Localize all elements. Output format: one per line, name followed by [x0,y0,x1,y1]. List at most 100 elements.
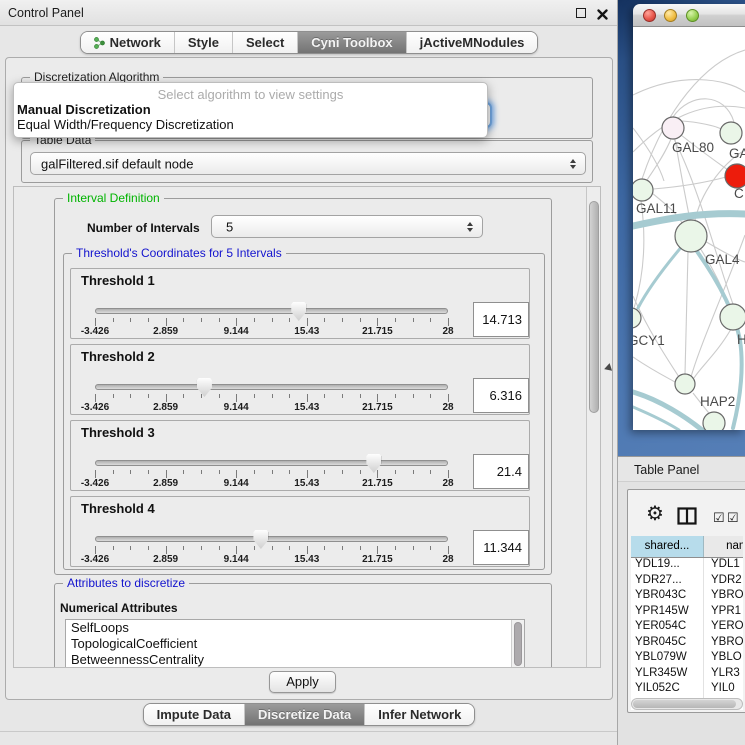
algorithm-option-manual-discretization[interactable]: Manual Discretization [14,102,487,117]
slider-track[interactable] [95,536,448,542]
tab-label: Impute Data [157,707,231,722]
network-node-ga[interactable] [720,122,742,144]
scrollbar-thumb[interactable] [514,622,522,666]
vertical-scrollbar[interactable] [586,187,600,667]
tick-mark [430,318,431,322]
table-header: shared... name [631,536,743,558]
threshold-value-box[interactable]: 11.344 [473,530,529,565]
tick-mark [95,318,96,326]
stepper-icon [570,159,576,169]
scrollbar-thumb[interactable] [589,201,599,413]
table-row[interactable]: YLR345WYLR3 [631,667,743,683]
tick-mark [289,318,290,322]
checkbox-icon[interactable]: ☑ [713,510,725,526]
tab-network[interactable]: Network [81,32,174,53]
column-header-shared-name[interactable]: shared... [631,536,704,557]
close-traffic-light-icon[interactable] [643,9,656,22]
intervals-combobox[interactable]: 5 [211,215,483,238]
table-row[interactable]: YDR27...YDR2 [631,574,743,590]
apply-button[interactable]: Apply [269,671,336,693]
minimize-traffic-light-icon[interactable] [664,9,677,22]
network-node-gal4[interactable] [675,220,707,252]
axis-label: -3.426 [81,326,109,337]
tab-impute-data[interactable]: Impute Data [144,704,244,725]
threshold-value-box[interactable]: 14.713 [473,302,529,337]
slider-thumb[interactable] [197,378,212,397]
node-table[interactable]: shared... name YDL19...YDL1YDR27...YDR2Y… [631,536,743,710]
zoom-traffic-light-icon[interactable] [686,9,699,22]
attributes-list[interactable]: SelfLoopsTopologicalCoefficientBetweenne… [65,619,525,668]
table-row[interactable]: YBR043CYBRO [631,589,743,605]
checkbox-icon[interactable]: ☑ [727,510,739,526]
slider-thumb[interactable] [291,302,306,321]
divider [0,731,617,732]
tick-mark [377,318,378,326]
network-node-gal11[interactable] [633,179,653,201]
tick-mark [448,318,449,326]
tick-mark [236,470,237,478]
slider-thumb[interactable] [253,530,268,549]
slider-thumb[interactable] [366,454,381,473]
network-icon [94,37,105,49]
attribute-item-selfloops[interactable]: SelfLoops [66,620,524,636]
column-header-name[interactable]: name [704,536,743,557]
slider-track[interactable] [95,308,448,314]
float-window-icon[interactable] [576,8,586,18]
tab-jactivemnodules[interactable]: jActiveMNodules [406,32,538,53]
combobox-value: galFiltered.sif default node [41,156,193,171]
slider-track[interactable] [95,384,448,390]
threshold-panel-1: Threshold 1-3.4262.8599.14415.4321.71528… [70,268,530,339]
tab-discretize-data[interactable]: Discretize Data [244,704,364,725]
table-row[interactable]: YIL052CYIL0 [631,682,743,698]
network-node-hap2[interactable] [675,374,695,394]
network-view[interactable]: GAL80GACGAL11GAL4GCY1HHAP2 [633,27,745,430]
split-table-icon[interactable] [677,507,697,530]
algorithm-option-equal-width-frequency-discretization[interactable]: Equal Width/Frequency Discretization [14,117,487,132]
table-row[interactable]: YBR045CYBRO [631,636,743,652]
gear-icon[interactable]: ⚙ [646,504,664,524]
numerical-attributes-label: Numerical Attributes [60,601,178,615]
group-title: Threshold's Coordinates for 5 Intervals [72,246,286,260]
table-row[interactable]: YBL079WYBLO [631,651,743,667]
axis-label: 21.715 [362,554,393,565]
slider-track[interactable] [95,460,448,466]
tick-mark [395,318,396,322]
cell-shared-name: YIL052C [631,682,704,698]
network-node[interactable] [703,412,725,430]
list-scrollbar[interactable] [511,620,524,668]
tick-mark [377,470,378,478]
table-row[interactable]: YDL19...YDL1 [631,558,743,574]
tab-style[interactable]: Style [174,32,232,53]
table-row[interactable]: YPR145WYPR1 [631,605,743,621]
panel-title: Control Panel [8,6,84,20]
threshold-value-box[interactable]: 21.4 [473,454,529,489]
node-label: GA [729,146,745,161]
axis-label: 28 [442,478,453,489]
attribute-item-topologicalcoefficient[interactable]: TopologicalCoefficient [66,636,524,652]
tab-cyni-toolbox[interactable]: Cyni Toolbox [297,32,405,53]
tick-mark [307,394,308,402]
network-node-h[interactable] [720,304,745,330]
tab-infer-network[interactable]: Infer Network [364,704,474,725]
close-icon[interactable] [597,7,608,18]
tick-mark [183,318,184,322]
horizontal-scrollbar[interactable] [631,698,743,710]
tick-mark [201,318,202,322]
tick-mark [448,394,449,402]
network-node-gal80[interactable] [662,117,684,139]
scrollbar-thumb[interactable] [633,700,736,708]
cell-shared-name: YDL19... [631,558,704,574]
bottom-tab-bar: Impute Data Discretize DataInfer Network [0,703,618,726]
node-label: H [737,332,745,347]
network-node-c[interactable] [725,164,745,188]
table-data-combobox[interactable]: galFiltered.sif default node [30,152,586,175]
attribute-item-betweennesscentrality[interactable]: BetweennessCentrality [66,652,524,668]
tick-mark [254,546,255,550]
axis-label: 9.144 [224,554,249,565]
tick-mark [219,546,220,550]
table-row[interactable]: YER054CYERO [631,620,743,636]
tab-select[interactable]: Select [232,32,297,53]
cell-shared-name: YLR345W [631,667,704,683]
threshold-value-box[interactable]: 6.316 [473,378,529,413]
tick-mark [183,546,184,550]
